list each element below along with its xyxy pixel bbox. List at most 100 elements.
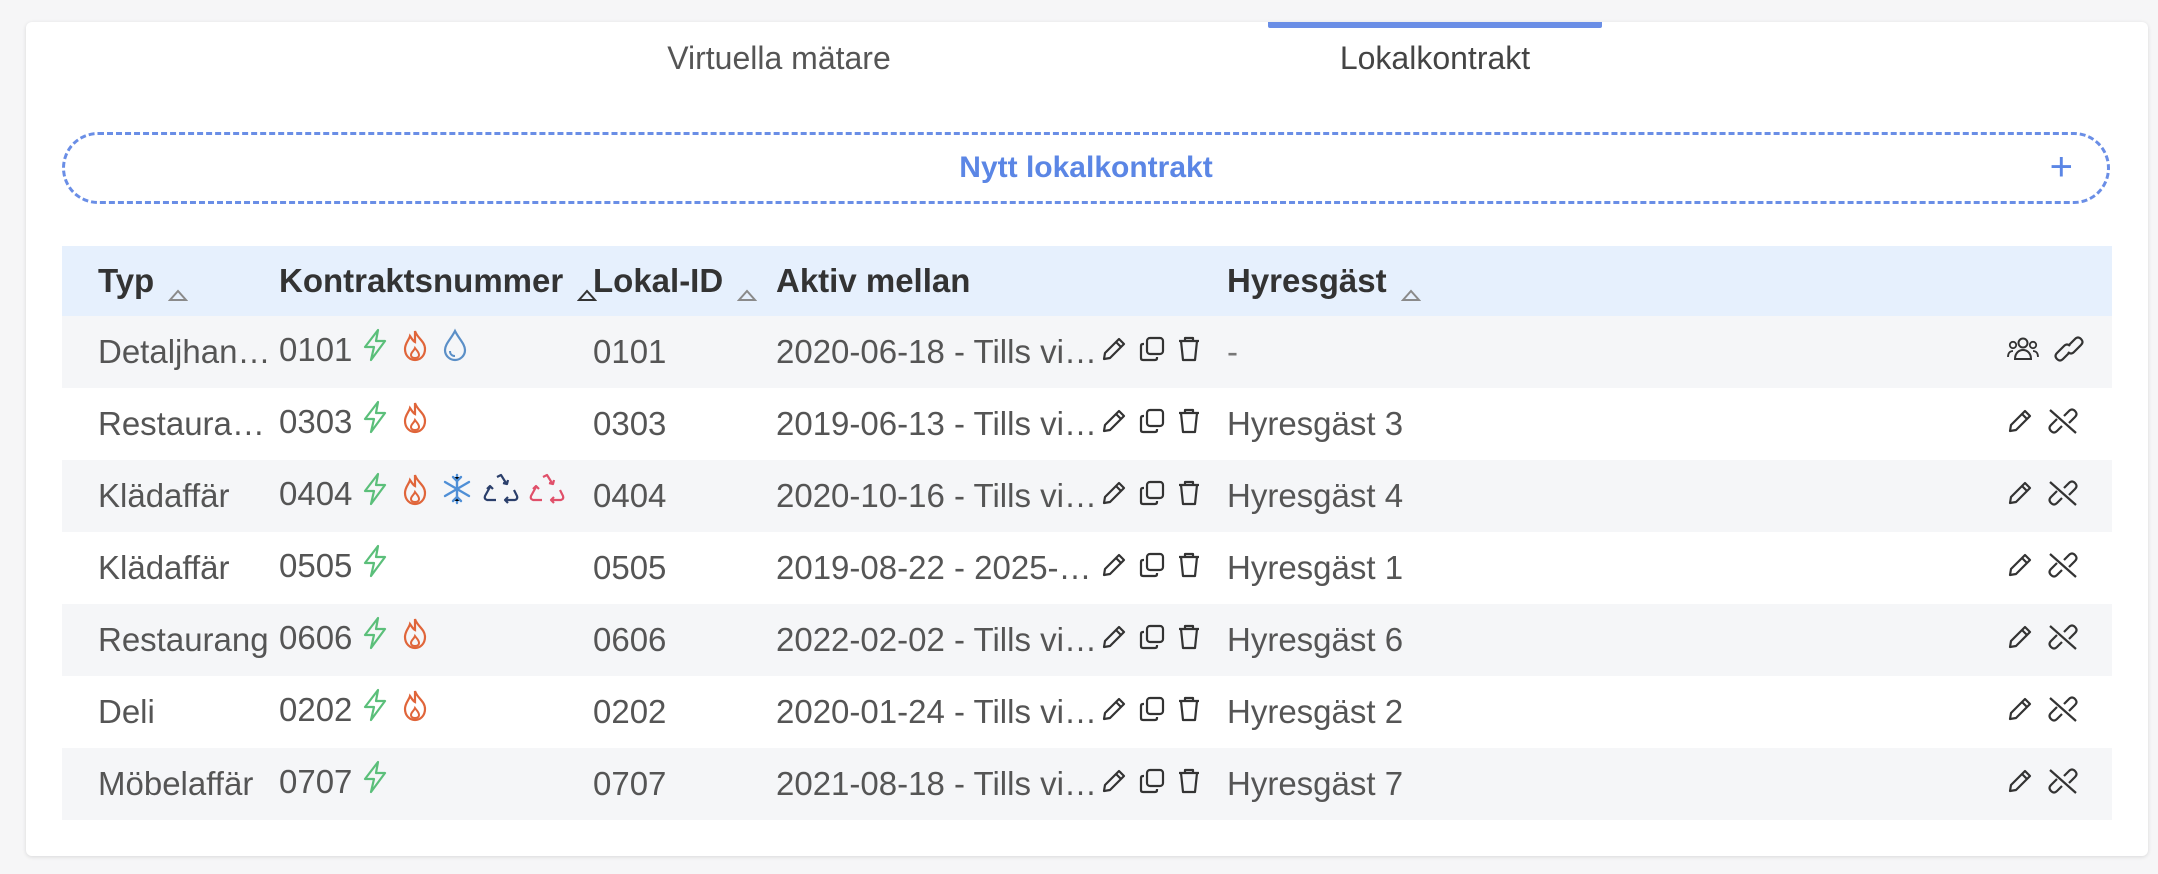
cell-actions [1100,748,1227,820]
tab-bar: Virtuella mätare Lokalkontrakt [26,22,2148,92]
edit-tenant-icon[interactable] [2006,477,2034,515]
cell-active-between: 2019-08-22 - 2025-08-13 [776,549,1100,586]
table-row[interactable]: Klädaffär 0404 0404 2020-10-16 - Tills v… [62,460,2112,532]
copy-icon[interactable] [1138,765,1166,803]
table-row[interactable]: Klädaffär 0505 0505 2019-08-22 - 2025-08… [62,532,2112,604]
cell-contract-number: 0202 [279,676,593,748]
cell-active-between: 2019-06-13 - Tills vidare [776,405,1100,442]
unlink-icon[interactable] [2046,621,2080,659]
edit-tenant-icon[interactable] [2006,549,2034,587]
link-icon[interactable] [2052,333,2086,371]
edit-icon[interactable] [1100,549,1128,587]
table-row[interactable]: Restauranggros… 0303 0303 2019-06-13 - T… [62,388,2112,460]
delete-icon[interactable] [1176,549,1202,587]
heating-icon [398,688,432,730]
cell-actions [1100,316,1227,388]
table-row[interactable]: Detaljhandel 0101 0101 2020-06-18 - Till… [62,316,2112,388]
cell-contract-number: 0404 [279,460,593,532]
cell-type: Klädaffär [98,549,230,586]
cell-premises-id: 0505 [593,549,667,586]
tab-virtual-meters[interactable]: Virtuella mätare [612,22,946,92]
copy-icon[interactable] [1138,549,1166,587]
contracts-table: Typ Kontraktsnummer Lokal-ID Aktiv mella… [62,246,2112,820]
sort-icon[interactable] [736,272,758,302]
edit-icon[interactable] [1100,621,1128,659]
delete-icon[interactable] [1176,333,1202,371]
header-tenant-actions [2006,246,2112,316]
cell-type: Detaljhandel [98,333,279,370]
delete-icon[interactable] [1176,693,1202,731]
header-premises-id: Lokal-ID [593,246,776,316]
sort-icon[interactable] [577,272,598,302]
cell-actions [1100,460,1227,532]
unlink-icon[interactable] [2046,405,2080,443]
cooling-icon [440,472,474,514]
cell-actions [1100,388,1227,460]
unlink-icon[interactable] [2046,549,2080,587]
edit-icon[interactable] [1100,765,1128,803]
tenants-icon[interactable] [2006,333,2040,371]
edit-icon[interactable] [1100,477,1128,515]
new-contract-button[interactable]: Nytt lokalkontrakt + [62,132,2110,204]
cell-type: Restaurang [98,621,269,658]
cell-premises-id: 0303 [593,405,667,442]
cell-premises-id: 0606 [593,621,667,658]
cell-type: Möbelaffär [98,765,254,802]
cell-active-between: 2020-06-18 - Tills vidare [776,333,1100,370]
water-icon [440,328,470,370]
unlink-icon[interactable] [2046,477,2080,515]
cell-premises-id: 0202 [593,693,667,730]
header-type: Typ [62,246,279,316]
table-row[interactable]: Möbelaffär 0707 0707 2021-08-18 - Tills … [62,748,2112,820]
edit-tenant-icon[interactable] [2006,405,2034,443]
heating-icon [398,472,432,514]
plus-icon: + [2049,145,2073,189]
header-tenant: Hyresgäst [1227,246,2006,316]
table-row[interactable]: Deli 0202 0202 2020-01-24 - Tills vidare… [62,676,2112,748]
sort-icon[interactable] [1400,272,1421,302]
copy-icon[interactable] [1138,405,1166,443]
edit-tenant-icon[interactable] [2006,765,2034,803]
cell-active-between: 2020-10-16 - Tills vidare [776,477,1100,514]
header-contract-number: Kontraktsnummer [279,246,598,316]
cell-tenant-actions [2006,388,2112,460]
cell-contract-number: 0606 [279,604,593,676]
heating-icon [398,400,432,442]
unlink-icon[interactable] [2046,765,2080,803]
edit-tenant-icon[interactable] [2006,621,2034,659]
unlink-icon[interactable] [2046,693,2080,731]
copy-icon[interactable] [1138,333,1166,371]
tab-premises-contracts[interactable]: Lokalkontrakt [1268,22,1602,92]
delete-icon[interactable] [1176,477,1202,515]
header-actions [1100,246,1227,316]
sort-icon[interactable] [168,272,189,302]
heating-icon [398,616,432,658]
cell-actions [1100,604,1227,676]
contracts-panel: Virtuella mätare Lokalkontrakt Nytt loka… [26,22,2148,856]
copy-icon[interactable] [1138,621,1166,659]
electricity-icon [360,400,390,442]
cell-tenant-actions [2006,316,2112,388]
table-row[interactable]: Restaurang 0606 0606 2022-02-02 - Tills … [62,604,2112,676]
edit-icon[interactable] [1100,405,1128,443]
recycling-icon [482,472,520,514]
delete-icon[interactable] [1176,621,1202,659]
copy-icon[interactable] [1138,693,1166,731]
delete-icon[interactable] [1176,405,1202,443]
cell-tenant: Hyresgäst 7 [1227,765,1404,802]
cell-tenant: - [1227,333,1238,370]
edit-tenant-icon[interactable] [2006,693,2034,731]
new-contract-label: Nytt lokalkontrakt [959,151,1213,184]
cell-tenant-actions [2006,460,2112,532]
cell-tenant: Hyresgäst 4 [1227,477,1404,514]
edit-icon[interactable] [1100,693,1128,731]
electricity-icon [360,616,390,658]
copy-icon[interactable] [1138,477,1166,515]
cell-contract-number: 0303 [279,388,593,460]
cell-type: Restauranggros… [98,405,279,442]
electricity-icon [360,760,390,802]
delete-icon[interactable] [1176,765,1202,803]
cell-contract-number: 0101 [279,316,593,388]
cell-premises-id: 0404 [593,477,667,514]
edit-icon[interactable] [1100,333,1128,371]
